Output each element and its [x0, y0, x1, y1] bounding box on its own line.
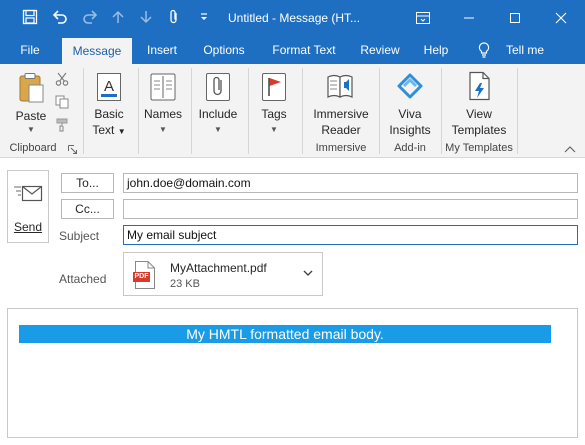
- maximize-icon[interactable]: [492, 0, 538, 36]
- viva-insights-button[interactable]: Viva Insights: [382, 68, 438, 140]
- view-templates-button[interactable]: View Templates: [444, 68, 514, 140]
- ribbon-separator: [83, 68, 84, 154]
- immersive-reader-icon: [306, 70, 376, 102]
- paperclip-icon[interactable]: [164, 6, 184, 28]
- ribbon-separator: [379, 68, 380, 154]
- viva-label-2: Insights: [389, 123, 431, 137]
- up-arrow-icon[interactable]: [108, 6, 128, 28]
- chevron-down-icon: ▼: [214, 125, 222, 134]
- pdf-file-icon: PDF: [133, 261, 155, 289]
- view-templates-label-2: Templates: [451, 123, 507, 137]
- clipboard-icon: [10, 72, 52, 104]
- immersive-reader-label-2: Reader: [321, 123, 361, 137]
- to-button[interactable]: To...: [61, 173, 114, 193]
- ribbon-display-icon[interactable]: [400, 0, 446, 36]
- ribbon-separator: [138, 68, 139, 154]
- tab-review[interactable]: Review: [352, 36, 408, 64]
- tab-options[interactable]: Options: [192, 36, 256, 64]
- attachment-name: MyAttachment.pdf: [170, 261, 267, 275]
- paste-label: Paste: [15, 109, 47, 123]
- clipboard-group-label: Clipboard: [9, 142, 57, 154]
- redo-icon[interactable]: [78, 6, 102, 28]
- flag-icon: [252, 72, 296, 102]
- tags-label: Tags: [261, 107, 287, 121]
- subject-label: Subject: [59, 229, 100, 243]
- immersive-group-label: Immersive: [315, 142, 367, 154]
- address-book-icon: [141, 72, 185, 102]
- cc-field[interactable]: [123, 199, 578, 219]
- addin-group-label: Add-in: [394, 142, 426, 154]
- immersive-reader-label-1: Immersive: [313, 107, 369, 121]
- tab-file[interactable]: File: [12, 36, 48, 64]
- title-bar: Untitled - Message (HT...: [0, 0, 585, 36]
- paste-button[interactable]: Paste ▼: [10, 68, 52, 140]
- message-body[interactable]: My HMTL formatted email body.: [7, 308, 578, 438]
- chevron-down-icon: ▼: [270, 125, 278, 134]
- cc-button[interactable]: Cc...: [61, 199, 114, 219]
- tab-message[interactable]: Message: [62, 38, 132, 64]
- cut-icon[interactable]: [53, 70, 71, 88]
- chevron-down-icon[interactable]: [302, 267, 314, 282]
- templates-icon: [444, 70, 514, 102]
- names-label: Names: [143, 107, 182, 121]
- down-arrow-icon[interactable]: [136, 6, 156, 28]
- include-label: Include: [198, 107, 238, 121]
- viva-label-1: Viva: [398, 107, 422, 121]
- attached-label: Attached: [59, 272, 107, 286]
- chevron-down-icon: ▼: [159, 125, 167, 134]
- immersive-reader-button[interactable]: Immersive Reader: [306, 68, 376, 140]
- dialog-launcher-icon[interactable]: [66, 143, 78, 155]
- body-text: My HMTL formatted email body.: [19, 325, 551, 343]
- font-icon: A: [86, 72, 132, 102]
- tags-button[interactable]: Tags ▼: [252, 68, 296, 140]
- send-label: Send: [13, 220, 43, 234]
- pdf-badge-text: PDF: [134, 273, 149, 280]
- chevron-down-icon: ▼: [117, 127, 126, 136]
- ribbon-tab-bar: File Message Insert Options Format Text …: [0, 36, 585, 64]
- ribbon-separator: [191, 68, 192, 154]
- window-title: Untitled - Message (HT...: [228, 11, 361, 25]
- templates-group-label: My Templates: [445, 142, 513, 154]
- attachment-card[interactable]: PDF MyAttachment.pdf 23 KB: [123, 252, 323, 296]
- to-field[interactable]: john.doe@domain.com: [123, 173, 578, 193]
- attachment-size: 23 KB: [170, 278, 200, 290]
- format-painter-icon[interactable]: [53, 116, 71, 134]
- collapse-ribbon-icon[interactable]: [561, 140, 579, 158]
- basic-text-label-1: Basic: [94, 107, 124, 121]
- tab-help[interactable]: Help: [414, 36, 458, 64]
- ribbon-separator: [517, 68, 518, 154]
- tab-insert[interactable]: Insert: [138, 36, 186, 64]
- ribbon: Paste ▼ Clipboard A Basic Text ▼ Names ▼: [0, 64, 585, 158]
- basic-text-button[interactable]: A Basic Text ▼: [86, 68, 132, 140]
- view-templates-label-1: View: [466, 107, 492, 121]
- basic-text-word: Text: [92, 123, 115, 137]
- include-button[interactable]: Include ▼: [194, 68, 242, 140]
- close-icon[interactable]: [538, 0, 584, 36]
- customize-qat-icon[interactable]: [196, 6, 212, 28]
- chevron-down-icon: ▼: [27, 125, 35, 134]
- tab-format-text[interactable]: Format Text: [262, 36, 346, 64]
- send-button[interactable]: Send: [7, 170, 49, 243]
- lightbulb-icon[interactable]: [474, 36, 494, 64]
- undo-icon[interactable]: [48, 6, 72, 28]
- ribbon-separator: [248, 68, 249, 154]
- subject-field[interactable]: My email subject: [123, 225, 578, 245]
- minimize-icon[interactable]: [446, 0, 492, 36]
- paperclip-icon: [194, 72, 242, 102]
- ribbon-separator: [302, 68, 303, 154]
- basic-text-label-2: Text ▼: [86, 122, 132, 140]
- names-button[interactable]: Names ▼: [141, 68, 185, 140]
- save-icon[interactable]: [18, 6, 42, 28]
- tell-me-box[interactable]: Tell me: [500, 36, 550, 64]
- svg-text:A: A: [104, 78, 114, 95]
- viva-insights-icon: [382, 70, 438, 102]
- send-icon: [8, 183, 48, 207]
- copy-icon[interactable]: [53, 93, 71, 111]
